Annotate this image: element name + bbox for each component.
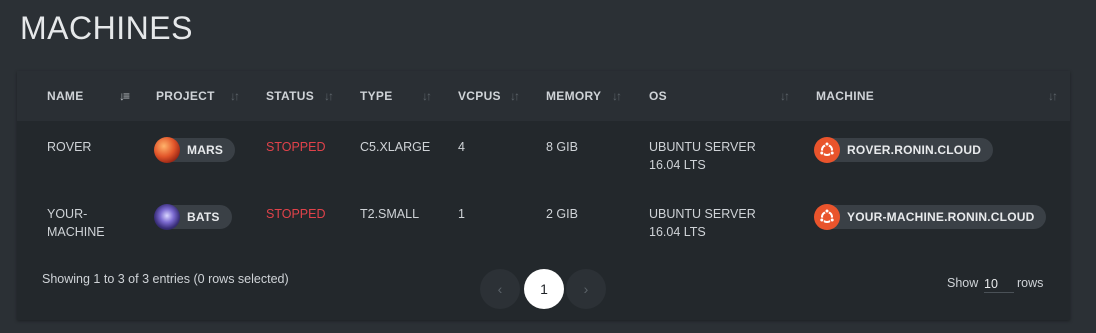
sort-icon[interactable]: ↓↑ bbox=[612, 71, 622, 121]
os-name-line: UBUNTU SERVER bbox=[649, 207, 756, 221]
sort-ascending-icon[interactable]: ↓≡ bbox=[119, 71, 130, 121]
bats-nebula-icon bbox=[154, 204, 180, 230]
os-name: UBUNTU SERVER 16.04 LTS bbox=[649, 205, 756, 241]
machine-hostname: YOUR-MACHINE.RONIN.CLOUD bbox=[847, 210, 1035, 224]
sort-icon[interactable]: ↓↑ bbox=[510, 71, 520, 121]
machine-hostname: ROVER.RONIN.CLOUD bbox=[847, 143, 982, 157]
memory-value: 2 GIB bbox=[546, 207, 578, 221]
rows-label: rows bbox=[1017, 276, 1044, 290]
sort-icon[interactable]: ↓↑ bbox=[324, 71, 334, 121]
instance-type: C5.XLARGE bbox=[360, 140, 431, 154]
column-header-project[interactable]: PROJECT bbox=[156, 71, 215, 121]
memory-value: 8 GIB bbox=[546, 140, 578, 154]
project-label: MARS bbox=[187, 143, 224, 157]
mars-planet-icon bbox=[154, 137, 180, 163]
machine-name: YOUR- MACHINE bbox=[47, 205, 105, 241]
machine-name: ROVER bbox=[47, 140, 92, 154]
column-header-os[interactable]: OS bbox=[649, 71, 667, 121]
column-header-machine[interactable]: MACHINE bbox=[816, 71, 874, 121]
machines-table-card: NAME ↓≡ PROJECT ↓↑ STATUS ↓↑ TYPE ↓↑ VCP… bbox=[17, 71, 1070, 320]
column-header-status[interactable]: STATUS bbox=[266, 71, 314, 121]
column-header-memory[interactable]: MEMORY bbox=[546, 71, 601, 121]
vcpus-value: 4 bbox=[458, 140, 465, 154]
project-badge[interactable]: MARS bbox=[154, 137, 236, 163]
vcpus-value: 1 bbox=[458, 207, 465, 221]
column-header-type[interactable]: TYPE bbox=[360, 71, 393, 121]
status-text: STOPPED bbox=[266, 140, 326, 154]
sort-icon[interactable]: ↓↑ bbox=[230, 71, 240, 121]
machine-name-line: YOUR- bbox=[47, 207, 88, 221]
instance-type: T2.SMALL bbox=[360, 207, 420, 221]
sort-icon[interactable]: ↓↑ bbox=[422, 71, 432, 121]
table-header: NAME ↓≡ PROJECT ↓↑ STATUS ↓↑ TYPE ↓↑ VCP… bbox=[17, 71, 1070, 121]
machine-name-line: MACHINE bbox=[47, 225, 105, 239]
project-badge[interactable]: BATS bbox=[154, 204, 232, 230]
os-version-line: 16.04 LTS bbox=[649, 225, 706, 239]
os-version-line: 16.04 LTS bbox=[649, 158, 706, 172]
os-name: UBUNTU SERVER 16.04 LTS bbox=[649, 138, 756, 174]
column-header-name[interactable]: NAME bbox=[47, 71, 84, 121]
page-title: MACHINES bbox=[20, 10, 193, 46]
table-info: Showing 1 to 3 of 3 entries (0 rows sele… bbox=[42, 272, 289, 286]
column-header-vcpus[interactable]: VCPUS bbox=[458, 71, 501, 121]
status-text: STOPPED bbox=[266, 207, 326, 221]
pagination-previous-button[interactable]: ‹ bbox=[480, 269, 520, 309]
project-label: BATS bbox=[187, 210, 220, 224]
machine-hostname-badge[interactable]: YOUR-MACHINE.RONIN.CLOUD bbox=[814, 204, 1047, 230]
pagination-next-button[interactable]: › bbox=[566, 269, 606, 309]
machine-hostname-badge[interactable]: ROVER.RONIN.CLOUD bbox=[814, 137, 994, 163]
sort-icon[interactable]: ↓↑ bbox=[780, 71, 790, 121]
page-size-label: Show bbox=[947, 276, 979, 290]
os-name-line: UBUNTU SERVER bbox=[649, 140, 756, 154]
ubuntu-icon bbox=[814, 137, 840, 163]
sort-icon[interactable]: ↓↑ bbox=[1048, 71, 1058, 121]
page-size-select[interactable]: 10 bbox=[984, 277, 1014, 293]
ubuntu-icon bbox=[814, 204, 840, 230]
pagination-page-button[interactable]: 1 bbox=[524, 269, 564, 309]
